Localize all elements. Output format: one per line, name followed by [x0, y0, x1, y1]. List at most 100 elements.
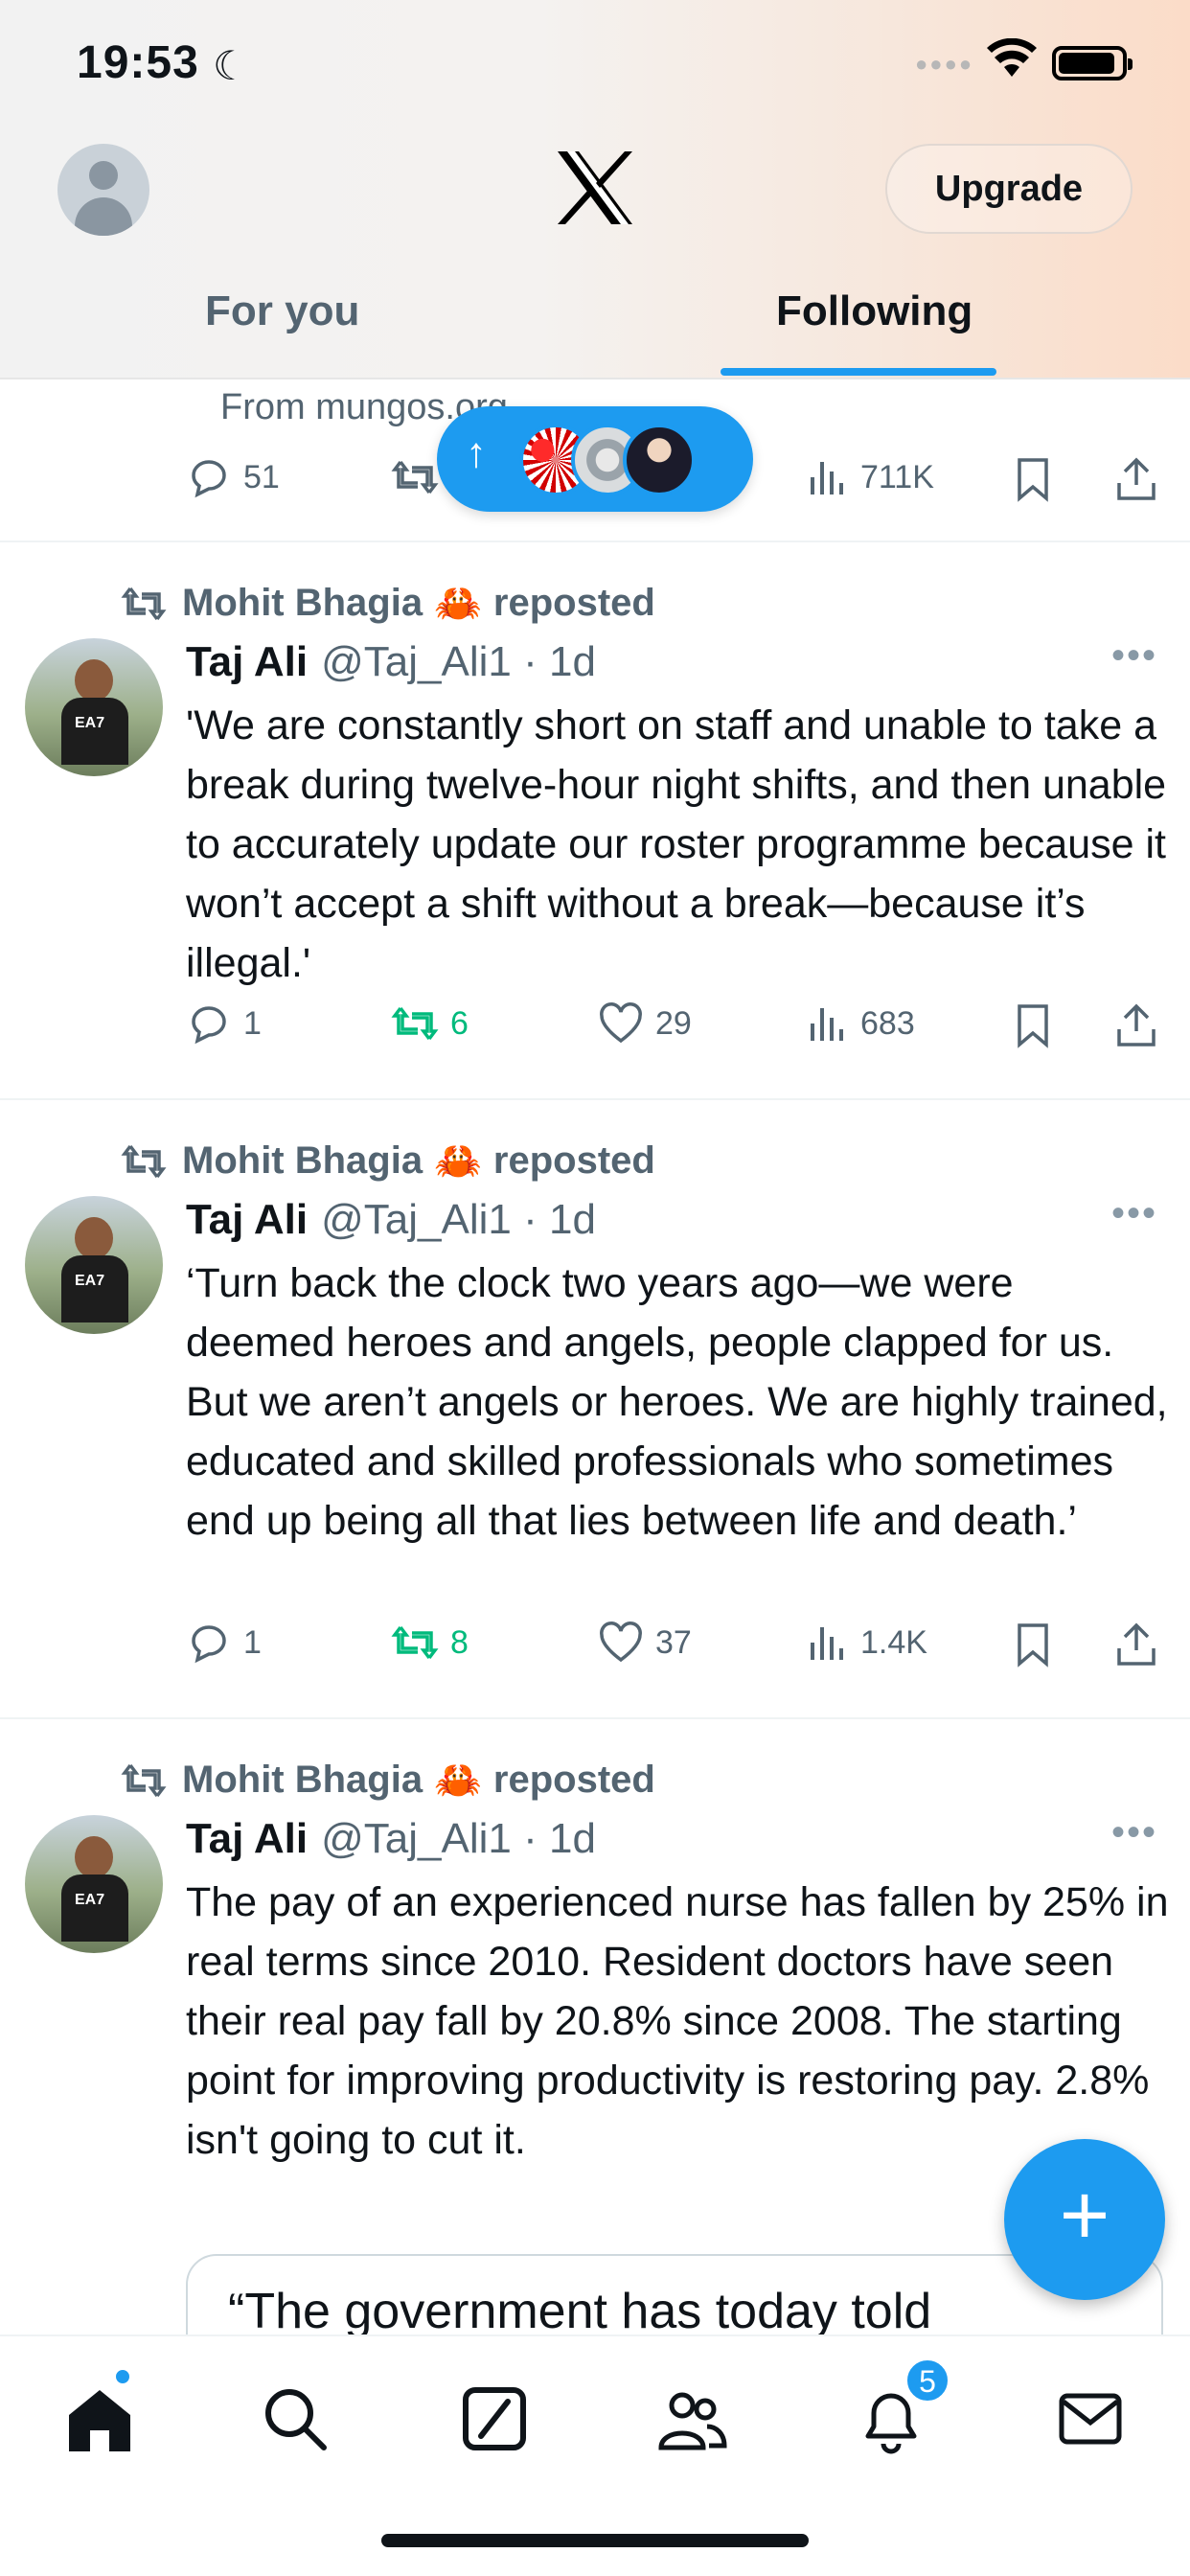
bookmark-button[interactable] — [1014, 1002, 1064, 1048]
arrow-up-icon: ↑ — [466, 429, 487, 476]
share-button[interactable] — [1115, 1622, 1169, 1668]
post-text: 'We are constantly short on staff and un… — [186, 702, 1167, 986]
author-name[interactable]: Taj Ali — [186, 638, 308, 686]
home-indicator — [381, 2534, 809, 2547]
view-count: 683 — [860, 1004, 915, 1042]
moon-icon: ☾ — [213, 43, 249, 88]
repost-icon — [121, 1144, 167, 1178]
views-icon — [811, 1627, 843, 1660]
author-row[interactable]: Taj Ali @Taj_Ali1 · 1d — [186, 1815, 596, 1863]
reply-button[interactable]: 1 — [186, 1002, 262, 1045]
post-actions: 1 8 37 1.4K — [186, 1622, 1163, 1679]
reposter-name[interactable]: Mohit Bhagia — [182, 582, 423, 625]
post[interactable]: Mohit Bhagia 🦀 reposted Taj Ali @Taj_Ali… — [0, 1100, 1190, 1719]
search-icon[interactable] — [257, 2380, 333, 2457]
view-count: 1.4K — [860, 1623, 927, 1661]
battery-icon — [1052, 46, 1133, 80]
reposted-label: reposted — [492, 582, 655, 624]
reply-count: 1 — [243, 1004, 262, 1042]
share-button[interactable] — [1115, 456, 1169, 502]
reply-icon — [192, 1006, 226, 1045]
signal-icon: ●●●● — [915, 52, 974, 76]
crab-emoji: 🦀 — [434, 583, 482, 625]
bookmark-icon — [1018, 1623, 1048, 1668]
like-count: 37 — [655, 1623, 692, 1661]
like-count: 29 — [655, 1004, 692, 1042]
compose-button[interactable]: + — [1004, 2139, 1165, 2300]
post-text: ‘Turn back the clock two years ago—we we… — [186, 1260, 1168, 1544]
pill-avatar — [623, 424, 696, 496]
grok-icon[interactable] — [456, 2380, 533, 2457]
author-handle[interactable]: @Taj_Ali1 · 1d — [321, 1196, 596, 1244]
author-name[interactable]: Taj Ali — [186, 1815, 308, 1863]
heart-icon — [600, 1622, 642, 1663]
repost-button[interactable]: 6 — [391, 1002, 469, 1045]
upgrade-button[interactable]: Upgrade — [885, 144, 1133, 234]
author-name[interactable]: Taj Ali — [186, 1196, 308, 1244]
like-button[interactable]: 29 — [598, 1002, 692, 1045]
more-options-icon[interactable]: ••• — [1111, 1811, 1157, 1854]
reposter-name[interactable]: Mohit Bhagia — [182, 1139, 423, 1183]
like-button[interactable]: 37 — [598, 1622, 692, 1664]
repost-context: Mohit Bhagia 🦀 reposted — [121, 1138, 655, 1184]
crab-emoji: 🦀 — [434, 1140, 482, 1183]
repost-icon — [121, 586, 167, 620]
wifi-icon — [987, 38, 1037, 77]
repost-icon — [391, 460, 439, 494]
share-button[interactable] — [1115, 1002, 1169, 1048]
repost-count: 8 — [450, 1623, 469, 1661]
repost-icon — [391, 1006, 439, 1041]
top-header: 19:53 ☾ ●●●● Upgrade For you Following — [0, 0, 1190, 380]
view-count: 711K — [860, 458, 934, 495]
bookmark-icon — [1018, 1004, 1048, 1048]
repost-icon — [391, 1625, 439, 1660]
heart-icon — [600, 1002, 642, 1044]
author-avatar[interactable] — [25, 1196, 163, 1334]
reply-count: 51 — [243, 458, 280, 495]
messages-icon[interactable] — [1052, 2380, 1129, 2457]
more-options-icon[interactable]: ••• — [1111, 634, 1157, 678]
new-posts-pill[interactable]: ↑ — [437, 406, 753, 512]
author-avatar[interactable] — [25, 638, 163, 776]
views-button[interactable]: 711K — [807, 456, 934, 498]
author-avatar[interactable] — [25, 1815, 163, 1953]
home-new-dot — [113, 2367, 132, 2386]
views-button[interactable]: 1.4K — [807, 1622, 927, 1664]
plus-icon: + — [1059, 2168, 1110, 2264]
profile-avatar[interactable] — [57, 144, 149, 236]
author-handle[interactable]: @Taj_Ali1 · 1d — [321, 1815, 596, 1863]
repost-button[interactable]: 8 — [391, 1622, 469, 1664]
reposted-label: reposted — [492, 1759, 655, 1801]
reply-button[interactable]: 1 — [186, 1622, 262, 1664]
views-icon — [811, 462, 843, 494]
post[interactable]: Mohit Bhagia 🦀 reposted Taj Ali @Taj_Ali… — [0, 542, 1190, 1100]
tab-for-you[interactable]: For you — [205, 288, 359, 335]
active-tab-indicator — [721, 368, 996, 376]
home-icon[interactable] — [61, 2380, 138, 2457]
bookmark-icon — [1018, 458, 1048, 502]
tab-following[interactable]: Following — [776, 288, 973, 335]
reposter-name[interactable]: Mohit Bhagia — [182, 1759, 423, 1802]
author-handle[interactable]: @Taj_Ali1 · 1d — [321, 638, 596, 686]
more-options-icon[interactable]: ••• — [1111, 1192, 1157, 1235]
author-row[interactable]: Taj Ali @Taj_Ali1 · 1d — [186, 638, 596, 686]
x-logo-icon[interactable] — [554, 150, 636, 226]
post-partial[interactable]: From mungos.org 51 711K ↑ — [0, 380, 1190, 542]
reply-button[interactable]: 51 — [186, 456, 280, 498]
author-row[interactable]: Taj Ali @Taj_Ali1 · 1d — [186, 1196, 596, 1244]
repost-count: 6 — [450, 1004, 469, 1042]
share-icon — [1117, 1003, 1156, 1046]
timeline-feed[interactable]: From mungos.org 51 711K ↑ Mohit Bhagia 🦀… — [0, 380, 1190, 2426]
views-button[interactable]: 683 — [807, 1002, 915, 1045]
reposted-label: reposted — [492, 1139, 655, 1182]
reply-count: 1 — [243, 1623, 262, 1661]
quoted-post-text: “The government has today told — [228, 2284, 932, 2339]
bookmark-button[interactable] — [1014, 456, 1064, 502]
views-icon — [811, 1008, 843, 1041]
post-text: The pay of an experienced nurse has fall… — [186, 1879, 1169, 2163]
share-icon — [1117, 1622, 1156, 1666]
post-actions: 1 6 29 683 — [186, 1002, 1163, 1060]
communities-icon[interactable] — [653, 2380, 730, 2457]
bookmark-button[interactable] — [1014, 1622, 1064, 1668]
crab-emoji: 🦀 — [434, 1760, 482, 1802]
